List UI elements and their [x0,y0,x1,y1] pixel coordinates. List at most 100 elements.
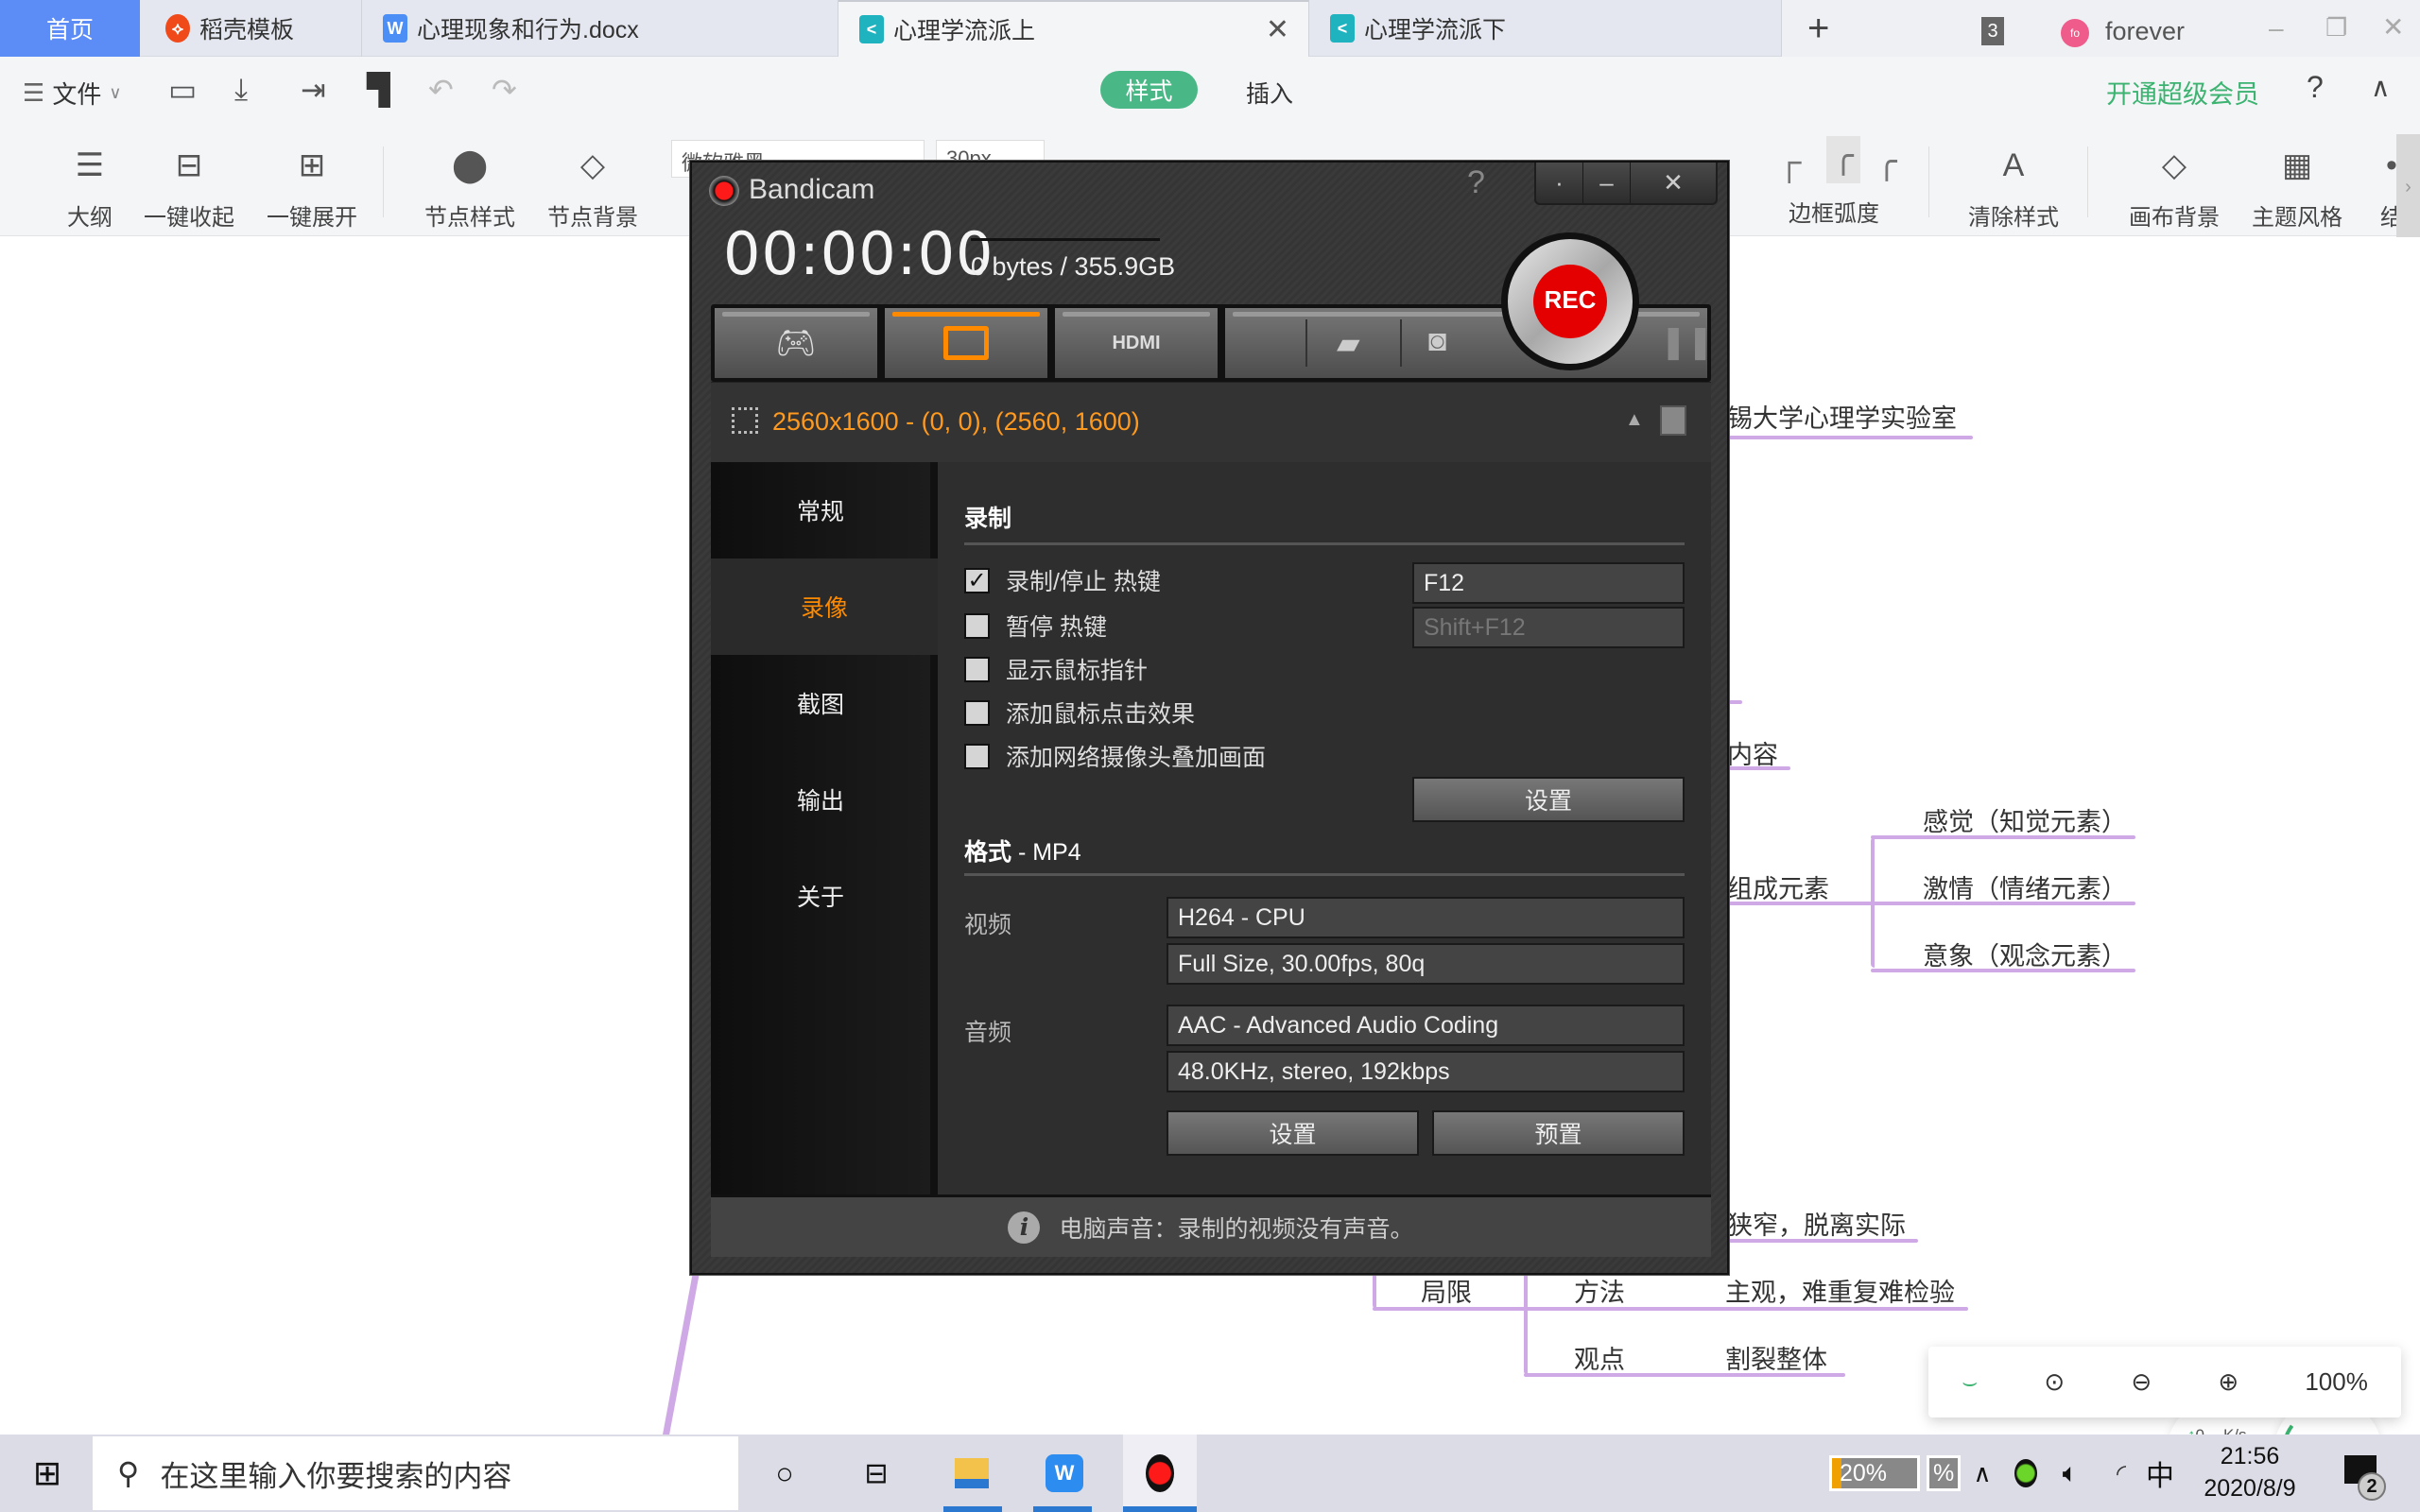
window-count-badge[interactable]: 3 [1981,17,2004,45]
pause-icon[interactable]: ❚❚ [1660,323,1714,361]
file-menu[interactable]: ☰ 文件 ∨ [23,76,122,111]
camera-icon[interactable]: ◙ [1428,323,1446,358]
collapse-ribbon-icon[interactable]: ∧ [2371,72,2391,103]
sidebar-item-output[interactable]: 输出 [711,751,930,848]
sidebar-item-video[interactable]: 录像 [711,558,938,655]
sidebar-item-about[interactable]: 关于 [711,848,930,944]
show-hidden-icons[interactable]: ∧ [1968,1435,1996,1512]
windows-start-icon[interactable]: ⊞ [24,1435,71,1512]
tab-insert[interactable]: 插入 [1246,76,1293,110]
help-icon[interactable]: ? [2307,70,2324,105]
mini-mode-icon[interactable]: · [1536,163,1583,203]
option-record-hotkey[interactable]: ✓ 录制/停止 热键 [964,563,1161,597]
outline-button[interactable]: ☰ 大纲 [61,123,118,236]
bandicam-taskbar-icon[interactable] [1123,1435,1197,1512]
corner-square-icon[interactable]: ┌ [1777,142,1802,181]
screen-mode-button[interactable] [885,308,1047,378]
ime-indicator[interactable]: 中 [2141,1435,2179,1512]
minimize-icon[interactable]: – [1583,163,1631,203]
node-style-button[interactable]: ⬤ 节点样式 [423,123,517,236]
region-select-icon[interactable] [732,407,758,434]
corner-rounded-icon[interactable]: ╭ [1826,136,1860,183]
node-narrow[interactable]: 狭窄，脱离实际 [1727,1205,1906,1242]
collapse-all-button[interactable]: ⊟ 一键收起 [142,123,236,236]
file-explorer-icon[interactable] [943,1435,1000,1512]
tab-style[interactable]: 样式 [1100,71,1198,109]
eye-toggle-icon[interactable]: ⌣ [1962,1367,1978,1398]
minimize-icon[interactable]: – [2269,13,2284,43]
tab-mindmap-2[interactable]: < 心理学流派下 [1309,0,1782,57]
folder-icon[interactable]: ▰ [1337,325,1360,361]
redo-icon[interactable]: ↷ [492,72,517,108]
vip-link[interactable]: 开通超级会员 [2106,74,2259,111]
close-window-icon[interactable]: ✕ [2382,11,2404,43]
game-mode-button[interactable]: 🎮︎ [715,308,877,378]
volume-icon[interactable]: 🔈︎ [2051,1435,2089,1512]
battery-indicator[interactable]: 20% [1829,1455,1920,1491]
user-name[interactable]: forever [2105,17,2185,46]
preset-button[interactable]: 预置 [1432,1110,1685,1156]
cortana-icon[interactable]: ○ [761,1435,808,1512]
locate-center-icon[interactable]: ⊙ [2044,1367,2065,1397]
device-mode-button[interactable]: HDMI [1055,308,1218,378]
node-method[interactable]: 方法 [1574,1272,1625,1309]
wifi-icon[interactable]: ◜ [2104,1435,2138,1512]
option-webcam-overlay[interactable]: 添加网络摄像头叠加画面 [964,739,1266,773]
wps-icon[interactable]: W [1036,1435,1093,1512]
option-show-cursor[interactable]: 显示鼠标指针 [964,652,1148,686]
task-view-icon[interactable]: ⊟ [851,1435,902,1512]
green-status-icon[interactable] [2012,1435,2040,1512]
restore-icon[interactable]: ❐ [2325,13,2347,43]
taskbar-search[interactable]: ⚲ 在这里输入你要搜索的内容 [93,1436,738,1510]
node-lab[interactable]: 锡大学心理学实验室 [1727,398,1957,435]
clear-style-button[interactable]: A 清除样式 [1966,123,2061,236]
export-icon[interactable]: ⇥ [301,72,326,108]
pause-hotkey-field[interactable]: Shift+F12 [1412,607,1685,648]
option-click-effect[interactable]: 添加鼠标点击效果 [964,696,1195,730]
window-mode-icon[interactable] [1660,405,1686,436]
download-icon[interactable]: ⤓ [234,72,248,108]
node-method-detail[interactable]: 主观，难重复难检验 [1725,1272,1955,1309]
tab-mindmap-active[interactable]: < 心理学流派上 ✕ [838,0,1309,57]
checkbox[interactable] [964,612,990,639]
sidebar-item-general[interactable]: 常规 [711,462,930,558]
save-icon[interactable]: ▭ [168,72,197,108]
zoom-level[interactable]: 100% [2305,1367,2368,1397]
node-limit[interactable]: 局限 [1421,1272,1472,1309]
zoom-in-icon[interactable]: ⊕ [2218,1367,2238,1397]
tab-word-doc[interactable]: W 心理现象和行为.docx [362,0,838,57]
avatar[interactable]: fo [2061,19,2089,47]
option-pause-hotkey[interactable]: 暂停 热键 [964,609,1107,643]
node-image[interactable]: 意象（观念元素） [1923,936,2127,972]
close-icon[interactable]: ✕ [1631,163,1716,203]
record-settings-button[interactable]: 设置 [1412,777,1685,822]
expand-all-button[interactable]: ⊞ 一键展开 [265,123,359,236]
format-settings-button[interactable]: 设置 [1167,1110,1419,1156]
clock[interactable]: 21:56 2020/8/9 [2198,1440,2302,1504]
checkbox-checked[interactable]: ✓ [964,567,990,593]
checkbox[interactable] [964,656,990,682]
undo-icon[interactable]: ↶ [428,72,454,108]
rec-button[interactable]: REC [1499,231,1641,372]
tab-daoke[interactable]: ⟡ 稻壳模板 [142,0,362,57]
sidebar-item-screenshot[interactable]: 截图 [711,655,930,751]
canvas-background-button[interactable]: ◇ 画布背景 [2127,123,2221,236]
collapse-arrow-icon[interactable]: ▲ [1625,409,1644,431]
help-icon[interactable]: ? [1467,164,1485,201]
checkbox[interactable] [964,743,990,769]
ribbon-scroll-right[interactable]: › [2396,134,2420,240]
battery-indicator-2[interactable]: % [1927,1455,1961,1491]
node-view[interactable]: 观点 [1574,1339,1625,1376]
node-view-detail[interactable]: 割裂整体 [1725,1339,1827,1376]
node-passion[interactable]: 激情（情绪元素） [1923,868,2127,905]
format-painter-icon[interactable]: ▜ [367,72,390,108]
node-background-button[interactable]: ◇ 节点背景 [545,123,640,236]
corner-round-icon[interactable]: ╭ [1876,142,1897,181]
node-sensation[interactable]: 感觉（知觉元素） [1923,801,2127,838]
new-tab-button[interactable]: + [1807,8,1829,50]
tab-home[interactable]: 首页 [0,0,140,57]
record-hotkey-field[interactable]: F12 [1412,562,1685,604]
theme-button[interactable]: ▦ 主题风格 [2250,123,2344,236]
zoom-out-icon[interactable]: ⊖ [2131,1367,2152,1397]
checkbox[interactable] [964,699,990,726]
